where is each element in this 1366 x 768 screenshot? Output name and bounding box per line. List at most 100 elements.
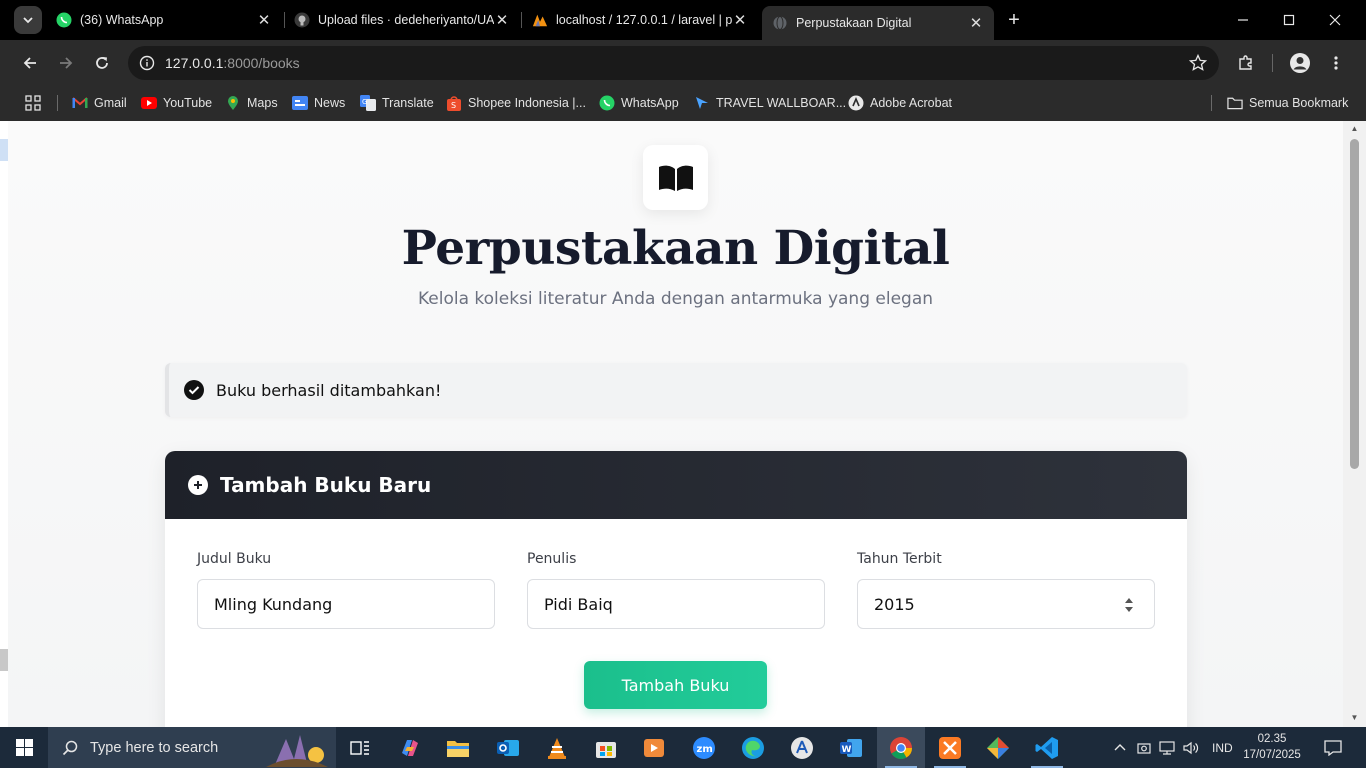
- tahun-input[interactable]: 2015: [857, 579, 1155, 629]
- tab-whatsapp[interactable]: (36) WhatsApp ✕: [46, 6, 282, 34]
- penulis-input[interactable]: Pidi Baiq: [527, 579, 825, 629]
- store-icon: [596, 741, 616, 758]
- extensions-button[interactable]: [1232, 49, 1260, 77]
- field-tahun: Tahun Terbit 2015: [857, 551, 1155, 629]
- bookmark-star-icon[interactable]: [1189, 54, 1207, 72]
- bookmark-youtube[interactable]: YouTube: [141, 92, 212, 114]
- svg-text:G: G: [362, 98, 367, 106]
- scroll-up-icon[interactable]: ▲: [1349, 124, 1360, 134]
- clock-time: 02.35: [1257, 733, 1287, 745]
- scroll-down-icon[interactable]: ▼: [1349, 713, 1360, 723]
- vscode-app[interactable]: [1023, 727, 1071, 768]
- language-indicator[interactable]: IND: [1212, 741, 1233, 755]
- profile-button[interactable]: [1286, 49, 1314, 77]
- reload-button[interactable]: [88, 49, 116, 77]
- phpmyadmin-icon: [532, 12, 548, 28]
- ms-store-app[interactable]: [582, 727, 630, 768]
- chevron-down-icon: [23, 17, 33, 24]
- camera-icon[interactable]: [1137, 741, 1151, 755]
- volume-icon[interactable]: [1183, 741, 1199, 755]
- url-text: 127.0.0.1:8000/books: [165, 55, 300, 71]
- start-button[interactable]: [0, 727, 48, 768]
- left-edge-strip: [0, 121, 8, 727]
- menu-button[interactable]: [1322, 49, 1350, 77]
- vscode-icon: [1035, 736, 1058, 759]
- page-viewport: Perpustakaan Digital Kelola koleksi lite…: [8, 121, 1343, 727]
- bookmarks-divider: [1211, 95, 1212, 111]
- new-tab-button[interactable]: +: [1003, 8, 1025, 32]
- clock[interactable]: 02.35 17/07/2025: [1240, 731, 1304, 763]
- scrollbar-thumb[interactable]: [1350, 139, 1359, 469]
- taskbar-search[interactable]: Type here to search: [48, 727, 336, 768]
- edge-app[interactable]: [729, 727, 777, 768]
- file-explorer-app[interactable]: [434, 727, 482, 768]
- tab-perpustakaan[interactable]: Perpustakaan Digital ✕: [762, 6, 994, 40]
- app-store-app[interactable]: [778, 727, 826, 768]
- judul-input[interactable]: Mling Kundang: [197, 579, 495, 629]
- close-icon[interactable]: ✕: [732, 11, 748, 29]
- tab-search-button[interactable]: [14, 6, 42, 34]
- page-scrollbar[interactable]: ▲ ▼: [1343, 121, 1366, 727]
- app-circle-icon: [791, 736, 813, 759]
- field-label: Judul Buku: [197, 551, 272, 567]
- bookmark-shopee[interactable]: S Shopee Indonesia |...: [446, 92, 586, 114]
- chevron-up-icon[interactable]: [1113, 741, 1127, 755]
- copilot-app[interactable]: [386, 727, 434, 768]
- input-value: Mling Kundang: [214, 594, 333, 614]
- media-player-icon: [644, 738, 664, 757]
- tab-github[interactable]: Upload files · dedeheriyanto/UA ✕: [284, 6, 520, 34]
- bookmark-maps[interactable]: Maps: [225, 92, 278, 114]
- svg-text:S: S: [451, 101, 456, 110]
- browser-toolbar: 127.0.0.1:8000/books: [0, 40, 1366, 86]
- task-view-icon: [350, 740, 369, 755]
- copilot-icon: [402, 739, 418, 756]
- bookmark-whatsapp[interactable]: WhatsApp: [599, 92, 679, 114]
- svg-text:W: W: [842, 745, 852, 755]
- folder-icon: [447, 740, 469, 757]
- tab-phpmyadmin[interactable]: localhost / 127.0.0.1 / laravel | p ✕: [522, 6, 758, 34]
- spinner-arrows-icon[interactable]: [1124, 596, 1134, 614]
- minimize-button[interactable]: [1220, 0, 1266, 40]
- xampp-icon: [939, 736, 961, 759]
- all-bookmarks-button[interactable]: Semua Bookmark: [1227, 92, 1348, 114]
- chrome-app[interactable]: [877, 727, 925, 768]
- maximize-icon: [1283, 14, 1295, 26]
- shopee-icon: S: [446, 95, 462, 111]
- word-app[interactable]: W: [827, 727, 875, 768]
- add-book-button[interactable]: Tambah Buku: [584, 661, 767, 709]
- card-title: Tambah Buku Baru: [220, 473, 432, 497]
- notifications-button[interactable]: [1310, 727, 1356, 768]
- bookmark-label: Adobe Acrobat: [870, 96, 953, 110]
- bookmarks-divider: [57, 95, 58, 111]
- address-bar[interactable]: 127.0.0.1:8000/books: [128, 46, 1219, 80]
- page-subtitle: Kelola koleksi literatur Anda dengan ant…: [417, 289, 934, 309]
- vlc-app[interactable]: [533, 727, 581, 768]
- apps-button[interactable]: [25, 92, 41, 114]
- close-icon: [1329, 14, 1341, 26]
- git-app[interactable]: [974, 727, 1022, 768]
- outlook-app[interactable]: [484, 727, 532, 768]
- forward-button[interactable]: [52, 49, 80, 77]
- vlc-icon: [548, 737, 566, 759]
- bookmark-news[interactable]: News: [292, 92, 345, 114]
- maximize-button[interactable]: [1266, 0, 1312, 40]
- url-path: :8000/books: [223, 55, 300, 71]
- back-button[interactable]: [16, 49, 44, 77]
- zoom-app[interactable]: zm: [680, 727, 728, 768]
- network-icon[interactable]: [1159, 740, 1175, 755]
- bookmark-translate[interactable]: G Translate: [360, 92, 434, 114]
- bookmark-gmail[interactable]: Gmail: [72, 92, 127, 114]
- bookmark-label: Shopee Indonesia |...: [468, 96, 586, 110]
- close-icon[interactable]: ✕: [968, 14, 984, 32]
- bookmark-acrobat[interactable]: Adobe Acrobat: [848, 92, 952, 114]
- card-header: Tambah Buku Baru: [165, 451, 1187, 519]
- media-player-app[interactable]: [630, 727, 678, 768]
- close-icon[interactable]: ✕: [256, 11, 272, 29]
- close-window-button[interactable]: [1312, 0, 1358, 40]
- close-icon[interactable]: ✕: [494, 11, 510, 29]
- site-info-icon[interactable]: [136, 52, 158, 74]
- bookmark-travel[interactable]: TRAVEL WALLBOAR...: [694, 92, 846, 114]
- xampp-app[interactable]: [926, 727, 974, 768]
- task-view-button[interactable]: [336, 727, 384, 768]
- more-vert-icon: [1334, 56, 1338, 70]
